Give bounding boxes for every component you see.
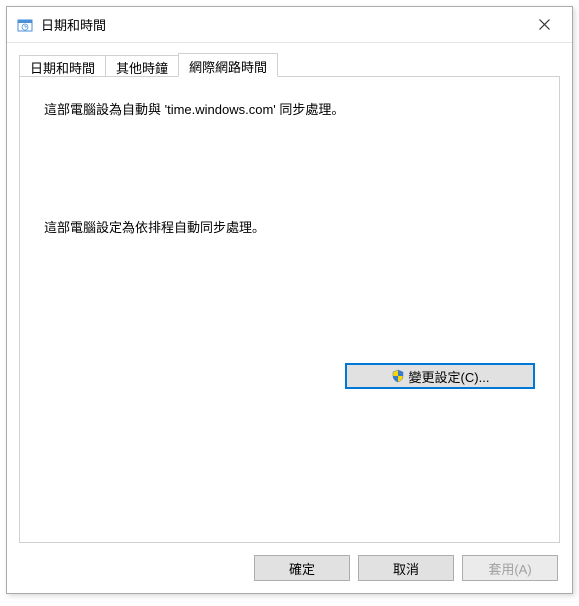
tabs-container: 日期和時間 其他時鐘 網際網路時間 這部電腦設為自動與 'time.window… <box>7 43 572 543</box>
tab-datetime[interactable]: 日期和時間 <box>19 55 106 77</box>
cancel-button[interactable]: 取消 <box>358 555 454 581</box>
schedule-info-text: 這部電腦設定為依排程自動同步處理。 <box>44 219 535 237</box>
datetime-icon <box>17 17 33 33</box>
ok-button[interactable]: 確定 <box>254 555 350 581</box>
tab-content: 這部電腦設為自動與 'time.windows.com' 同步處理。 這部電腦設… <box>19 76 560 543</box>
shield-icon <box>391 369 405 383</box>
close-button[interactable] <box>524 10 564 40</box>
change-settings-label: 變更設定(C)... <box>409 367 490 386</box>
change-settings-button[interactable]: 變更設定(C)... <box>345 363 535 389</box>
tab-internet-time[interactable]: 網際網路時間 <box>178 53 278 77</box>
sync-info-text: 這部電腦設為自動與 'time.windows.com' 同步處理。 <box>44 101 535 119</box>
apply-button[interactable]: 套用(A) <box>462 555 558 581</box>
titlebar: 日期和時間 <box>7 7 572 43</box>
button-bar: 確定 取消 套用(A) <box>7 543 572 593</box>
tab-other-clocks[interactable]: 其他時鐘 <box>105 55 179 77</box>
tabs: 日期和時間 其他時鐘 網際網路時間 <box>19 53 560 77</box>
window-title: 日期和時間 <box>41 15 524 34</box>
datetime-dialog: 日期和時間 日期和時間 其他時鐘 網際網路時間 這部電腦設為自動與 'time.… <box>6 6 573 594</box>
